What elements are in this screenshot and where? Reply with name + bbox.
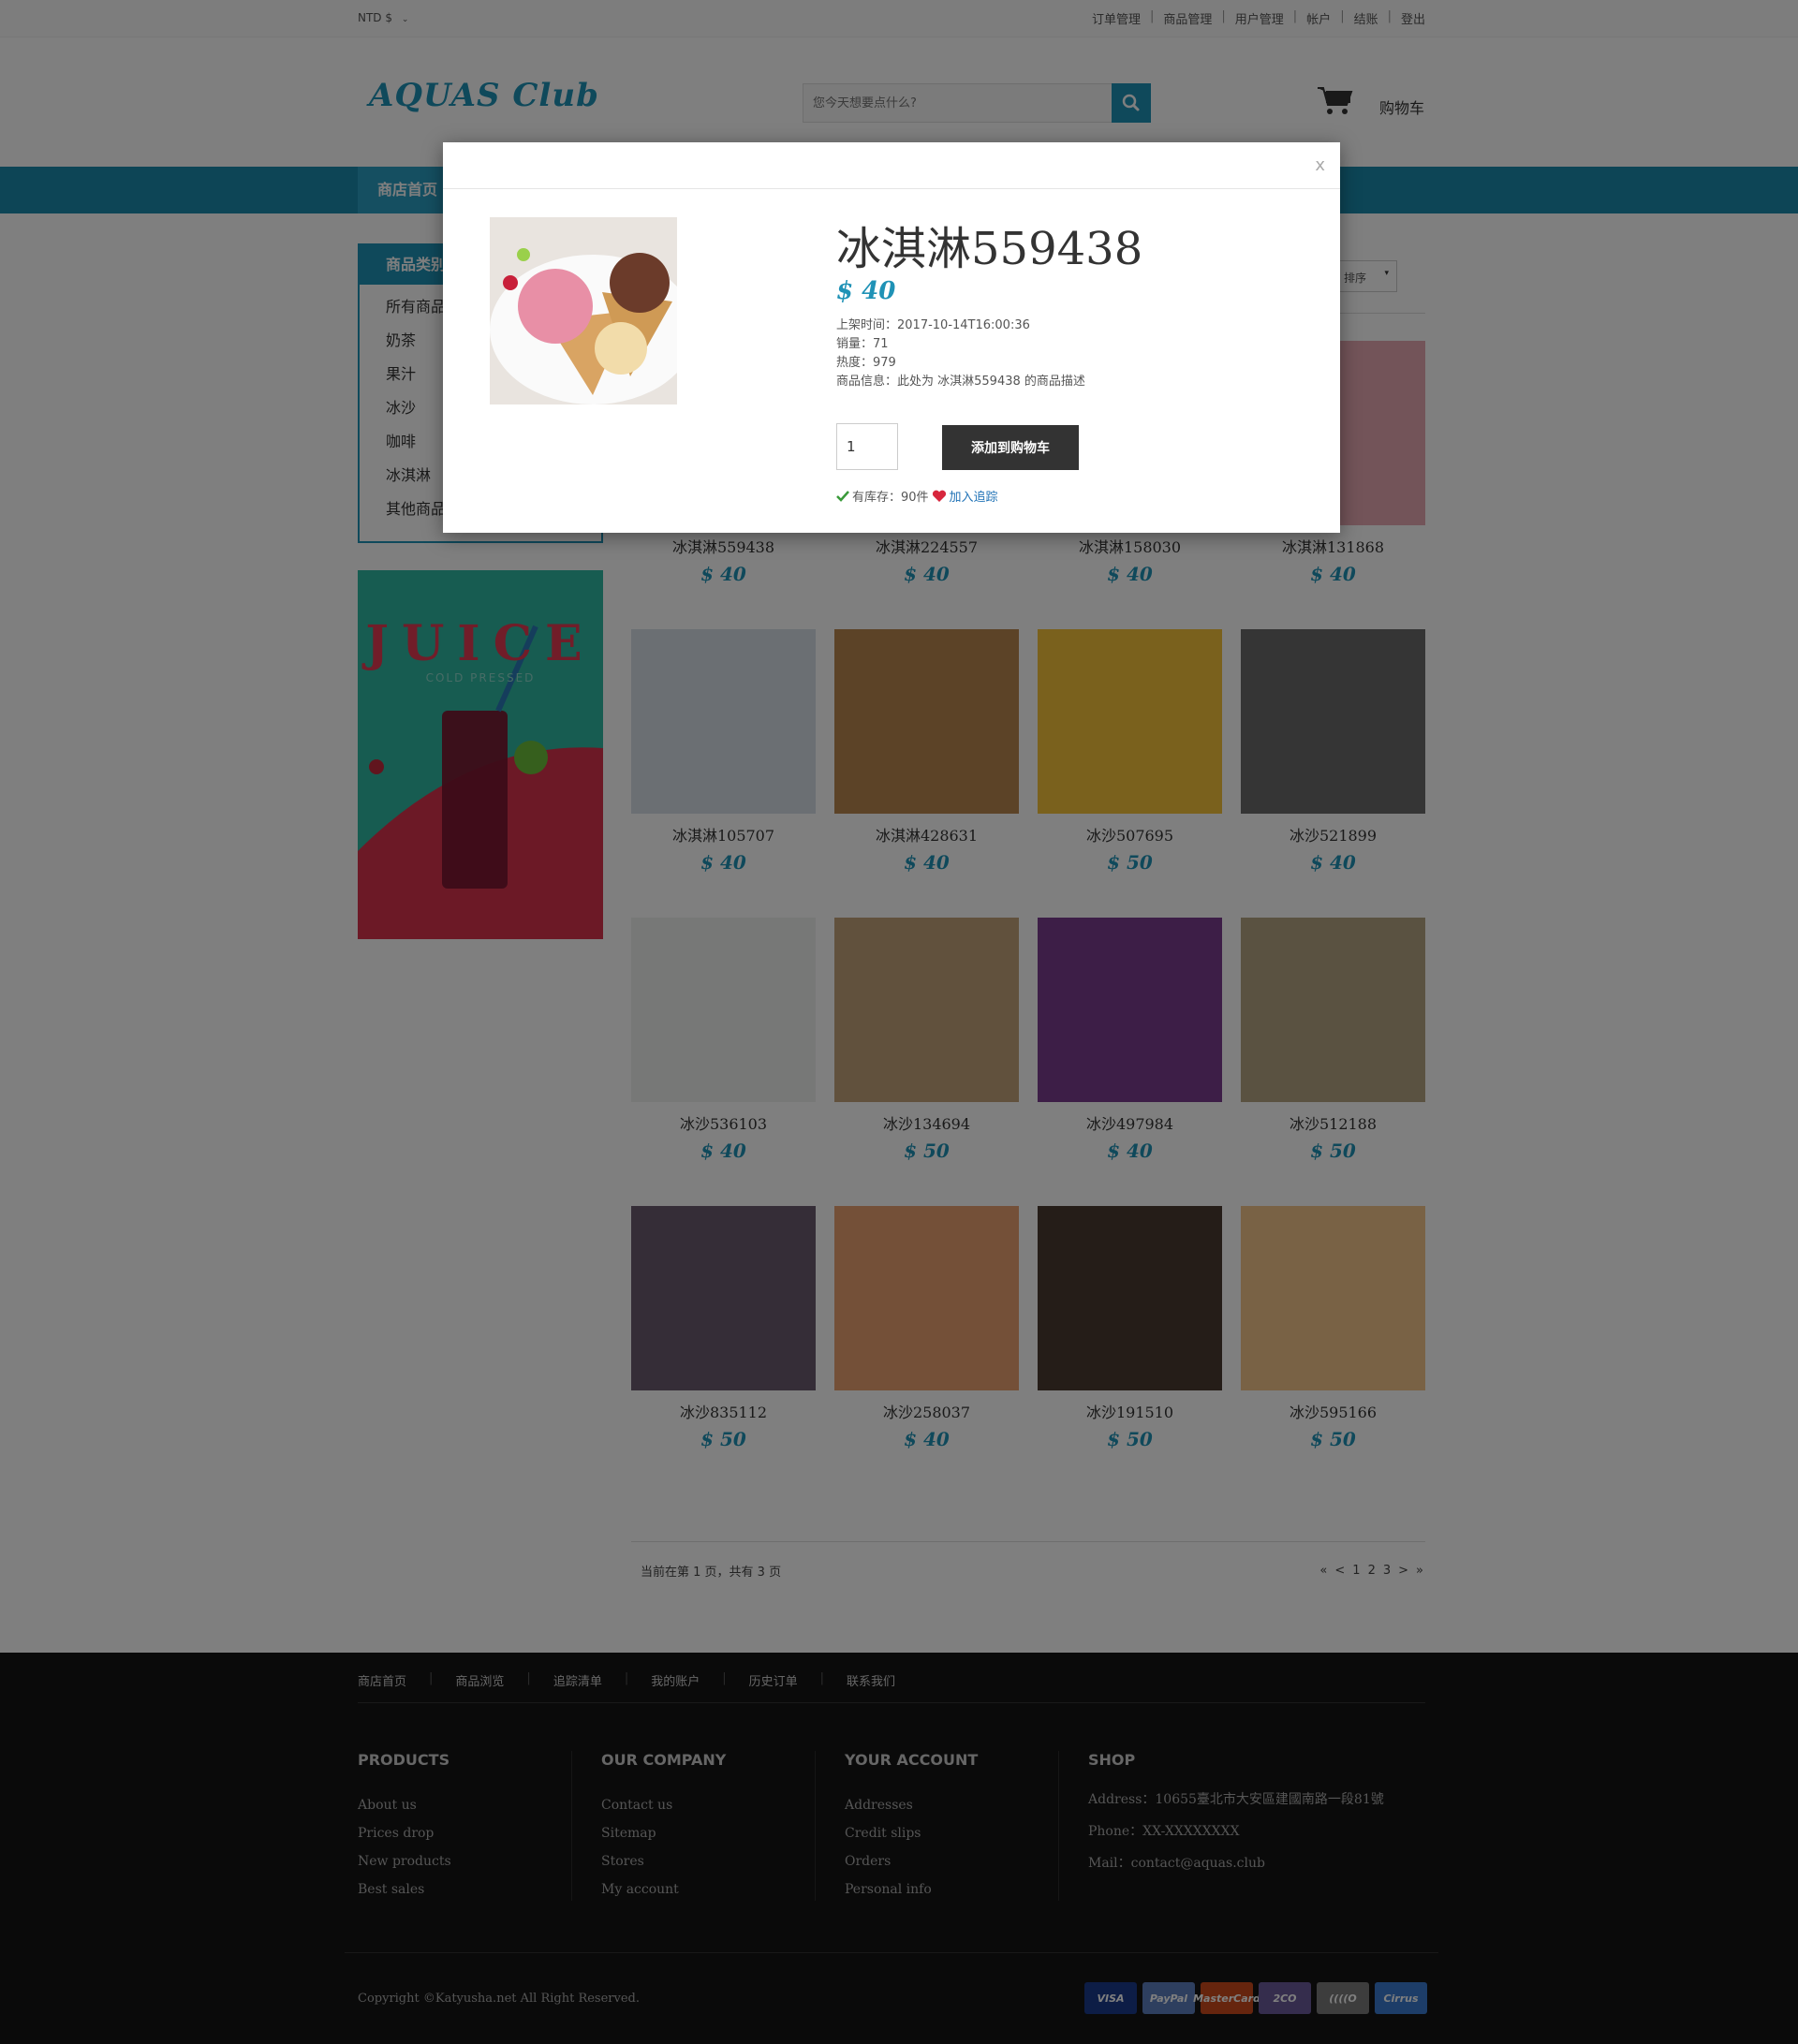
follow-link[interactable]: 加入追踪 (950, 487, 998, 505)
modal-header: x (443, 142, 1340, 189)
product-image (490, 217, 677, 404)
modal-price: $ 40 (836, 277, 896, 305)
check-icon (836, 490, 849, 502)
product-description: 商品信息：此处为 冰淇淋559438 的商品描述 (836, 375, 1085, 389)
add-to-cart-button[interactable]: 添加到购物车 (942, 425, 1079, 470)
quantity-input[interactable] (836, 423, 898, 470)
heat-value: 热度：979 (836, 356, 896, 370)
close-icon[interactable]: x (1315, 155, 1325, 175)
sales-count: 销量：71 (836, 337, 889, 351)
heart-icon[interactable] (932, 490, 947, 503)
stock-status: 有库存：90件 加入追踪 (836, 487, 998, 505)
quick-view-modal: x 冰淇淋559438 $ 40 上架时间：2017-10-14T16:00:3… (443, 142, 1340, 533)
listed-time: 上架时间：2017-10-14T16:00:36 (836, 318, 1030, 332)
product-details: 上架时间：2017-10-14T16:00:36 销量：71 热度：979 商品… (836, 316, 1085, 391)
stock-text: 有库存：90件 (852, 491, 929, 505)
modal-title: 冰淇淋559438 (836, 223, 1143, 275)
